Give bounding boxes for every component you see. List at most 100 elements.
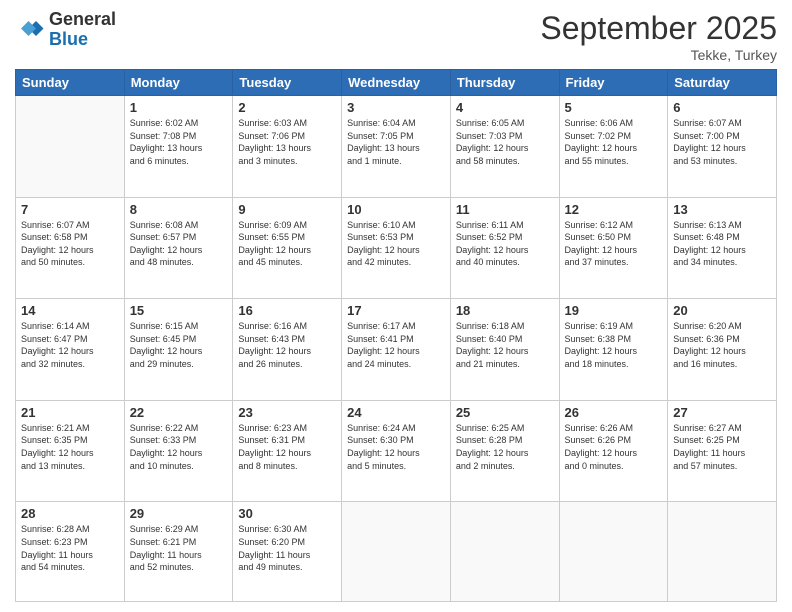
calendar-cell: 19 Sunrise: 6:19 AM Sunset: 6:38 PM Dayli…	[559, 299, 668, 401]
day-number: 1	[130, 100, 228, 115]
calendar-cell: 29 Sunrise: 6:29 AM Sunset: 6:21 PM Dayli…	[124, 502, 233, 602]
day-header-tuesday: Tuesday	[233, 70, 342, 96]
calendar-table: SundayMondayTuesdayWednesdayThursdayFrid…	[15, 69, 777, 602]
calendar-cell: 14 Sunrise: 6:14 AM Sunset: 6:47 PM Dayli…	[16, 299, 125, 401]
day-header-saturday: Saturday	[668, 70, 777, 96]
calendar-cell: 21Sunrise: 6:21 AM Sunset: 6:35 PM Dayli…	[16, 400, 125, 502]
calendar-cell: 2 Sunrise: 6:03 AM Sunset: 7:06 PM Daylig…	[233, 96, 342, 198]
calendar-cell: 1Sunrise: 6:02 AM Sunset: 7:08 PM Daylig…	[124, 96, 233, 198]
day-info: Sunrise: 6:19 AM Sunset: 6:38 PM Dayligh…	[565, 320, 663, 370]
calendar-cell: 15 Sunrise: 6:15 AM Sunset: 6:45 PM Dayli…	[124, 299, 233, 401]
logo-general-text: General	[49, 10, 116, 30]
day-number: 23	[238, 405, 336, 420]
calendar-cell: 27 Sunrise: 6:27 AM Sunset: 6:25 PM Dayli…	[668, 400, 777, 502]
day-number: 8	[130, 202, 228, 217]
day-info: Sunrise: 6:23 AM Sunset: 6:31 PM Dayligh…	[238, 422, 336, 472]
day-header-monday: Monday	[124, 70, 233, 96]
day-number: 29	[130, 506, 228, 521]
day-info: Sunrise: 6:14 AM Sunset: 6:47 PM Dayligh…	[21, 320, 119, 370]
day-number: 9	[238, 202, 336, 217]
day-number: 7	[21, 202, 119, 217]
day-number: 18	[456, 303, 554, 318]
day-number: 28	[21, 506, 119, 521]
day-info: Sunrise: 6:17 AM Sunset: 6:41 PM Dayligh…	[347, 320, 445, 370]
day-number: 5	[565, 100, 663, 115]
day-info: Sunrise: 6:06 AM Sunset: 7:02 PM Dayligh…	[565, 117, 663, 167]
day-number: 20	[673, 303, 771, 318]
day-info: Sunrise: 6:10 AM Sunset: 6:53 PM Dayligh…	[347, 219, 445, 269]
day-info: Sunrise: 6:07 AM Sunset: 7:00 PM Dayligh…	[673, 117, 771, 167]
logo: General Blue	[15, 10, 116, 50]
day-info: Sunrise: 6:27 AM Sunset: 6:25 PM Dayligh…	[673, 422, 771, 472]
calendar-cell: 26Sunrise: 6:26 AM Sunset: 6:26 PM Dayli…	[559, 400, 668, 502]
day-info: Sunrise: 6:07 AM Sunset: 6:58 PM Dayligh…	[21, 219, 119, 269]
day-number: 17	[347, 303, 445, 318]
week-row-3: 14 Sunrise: 6:14 AM Sunset: 6:47 PM Dayli…	[16, 299, 777, 401]
calendar-cell: 8 Sunrise: 6:08 AM Sunset: 6:57 PM Daylig…	[124, 197, 233, 299]
week-row-4: 21Sunrise: 6:21 AM Sunset: 6:35 PM Dayli…	[16, 400, 777, 502]
calendar-cell: 30 Sunrise: 6:30 AM Sunset: 6:20 PM Dayli…	[233, 502, 342, 602]
calendar-cell: 11Sunrise: 6:11 AM Sunset: 6:52 PM Dayli…	[450, 197, 559, 299]
day-number: 24	[347, 405, 445, 420]
day-header-friday: Friday	[559, 70, 668, 96]
calendar-cell: 23 Sunrise: 6:23 AM Sunset: 6:31 PM Dayli…	[233, 400, 342, 502]
location-subtitle: Tekke, Turkey	[540, 47, 777, 63]
day-info: Sunrise: 6:03 AM Sunset: 7:06 PM Dayligh…	[238, 117, 336, 167]
day-number: 2	[238, 100, 336, 115]
day-info: Sunrise: 6:05 AM Sunset: 7:03 PM Dayligh…	[456, 117, 554, 167]
day-info: Sunrise: 6:20 AM Sunset: 6:36 PM Dayligh…	[673, 320, 771, 370]
day-info: Sunrise: 6:29 AM Sunset: 6:21 PM Dayligh…	[130, 523, 228, 573]
day-info: Sunrise: 6:30 AM Sunset: 6:20 PM Dayligh…	[238, 523, 336, 573]
week-row-1: 1Sunrise: 6:02 AM Sunset: 7:08 PM Daylig…	[16, 96, 777, 198]
calendar-cell: 12 Sunrise: 6:12 AM Sunset: 6:50 PM Dayli…	[559, 197, 668, 299]
day-info: Sunrise: 6:22 AM Sunset: 6:33 PM Dayligh…	[130, 422, 228, 472]
calendar-cell: 20 Sunrise: 6:20 AM Sunset: 6:36 PM Dayli…	[668, 299, 777, 401]
calendar-cell	[668, 502, 777, 602]
calendar-cell: 28Sunrise: 6:28 AM Sunset: 6:23 PM Dayli…	[16, 502, 125, 602]
day-info: Sunrise: 6:16 AM Sunset: 6:43 PM Dayligh…	[238, 320, 336, 370]
day-info: Sunrise: 6:13 AM Sunset: 6:48 PM Dayligh…	[673, 219, 771, 269]
day-number: 6	[673, 100, 771, 115]
day-number: 16	[238, 303, 336, 318]
logo-blue-text: Blue	[49, 30, 116, 50]
day-number: 26	[565, 405, 663, 420]
week-row-2: 7 Sunrise: 6:07 AM Sunset: 6:58 PM Daylig…	[16, 197, 777, 299]
day-header-sunday: Sunday	[16, 70, 125, 96]
calendar-cell: 7 Sunrise: 6:07 AM Sunset: 6:58 PM Daylig…	[16, 197, 125, 299]
day-number: 30	[238, 506, 336, 521]
calendar-cell: 18 Sunrise: 6:18 AM Sunset: 6:40 PM Dayli…	[450, 299, 559, 401]
day-number: 11	[456, 202, 554, 217]
header: General Blue September 2025 Tekke, Turke…	[15, 10, 777, 63]
day-info: Sunrise: 6:08 AM Sunset: 6:57 PM Dayligh…	[130, 219, 228, 269]
day-info: Sunrise: 6:15 AM Sunset: 6:45 PM Dayligh…	[130, 320, 228, 370]
day-info: Sunrise: 6:18 AM Sunset: 6:40 PM Dayligh…	[456, 320, 554, 370]
day-number: 15	[130, 303, 228, 318]
calendar-cell: 3 Sunrise: 6:04 AM Sunset: 7:05 PM Daylig…	[342, 96, 451, 198]
day-number: 14	[21, 303, 119, 318]
logo-icon	[15, 15, 45, 45]
day-number: 27	[673, 405, 771, 420]
day-info: Sunrise: 6:09 AM Sunset: 6:55 PM Dayligh…	[238, 219, 336, 269]
calendar-cell: 10Sunrise: 6:10 AM Sunset: 6:53 PM Dayli…	[342, 197, 451, 299]
day-number: 19	[565, 303, 663, 318]
day-number: 22	[130, 405, 228, 420]
day-header-wednesday: Wednesday	[342, 70, 451, 96]
title-area: September 2025 Tekke, Turkey	[540, 10, 777, 63]
day-number: 13	[673, 202, 771, 217]
calendar-cell	[16, 96, 125, 198]
day-number: 12	[565, 202, 663, 217]
calendar-cell: 24Sunrise: 6:24 AM Sunset: 6:30 PM Dayli…	[342, 400, 451, 502]
calendar-cell: 9 Sunrise: 6:09 AM Sunset: 6:55 PM Daylig…	[233, 197, 342, 299]
calendar-cell: 4Sunrise: 6:05 AM Sunset: 7:03 PM Daylig…	[450, 96, 559, 198]
calendar-cell: 13 Sunrise: 6:13 AM Sunset: 6:48 PM Dayli…	[668, 197, 777, 299]
day-info: Sunrise: 6:21 AM Sunset: 6:35 PM Dayligh…	[21, 422, 119, 472]
day-header-thursday: Thursday	[450, 70, 559, 96]
calendar-cell: 5 Sunrise: 6:06 AM Sunset: 7:02 PM Daylig…	[559, 96, 668, 198]
day-number: 3	[347, 100, 445, 115]
day-info: Sunrise: 6:25 AM Sunset: 6:28 PM Dayligh…	[456, 422, 554, 472]
calendar-cell	[559, 502, 668, 602]
day-info: Sunrise: 6:04 AM Sunset: 7:05 PM Dayligh…	[347, 117, 445, 167]
month-title: September 2025	[540, 10, 777, 47]
day-info: Sunrise: 6:12 AM Sunset: 6:50 PM Dayligh…	[565, 219, 663, 269]
calendar-cell	[450, 502, 559, 602]
